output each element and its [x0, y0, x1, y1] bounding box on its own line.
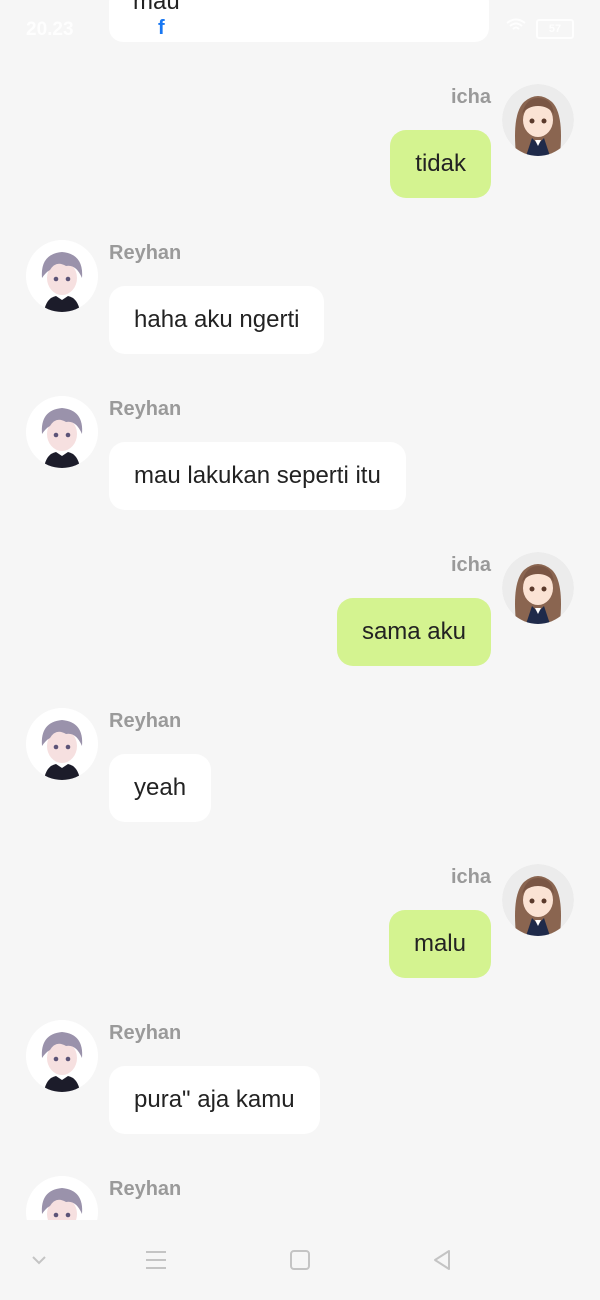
message-row: icha tidak	[0, 84, 600, 204]
message-row: Reyhan	[0, 1176, 600, 1220]
chat-area[interactable]: 20.23 f 57 mau icha tidak Reyhan haha ak…	[0, 0, 600, 1220]
message-row: Reyhan pura" aja kamu	[0, 1020, 600, 1140]
message-row: Reyhan yeah	[0, 708, 600, 828]
girl-avatar-icon	[502, 864, 574, 936]
wifi-icon	[506, 18, 526, 40]
avatar-icha[interactable]	[502, 864, 574, 936]
boy-avatar-icon	[26, 708, 98, 780]
avatar-icha[interactable]	[502, 84, 574, 156]
message-row: icha sama aku	[0, 552, 600, 672]
avatar-icha[interactable]	[502, 552, 574, 624]
message-row: icha malu	[0, 864, 600, 984]
menu-icon[interactable]	[136, 1242, 176, 1278]
battery-icon: 57	[536, 19, 574, 39]
boy-avatar-icon	[26, 396, 98, 468]
status-bar: 20.23 f 57	[0, 0, 600, 56]
message-bubble[interactable]: sama aku	[336, 598, 491, 666]
boy-avatar-icon	[26, 1176, 98, 1220]
message-bubble[interactable]: tidak	[390, 130, 491, 198]
sender-name: Reyhan	[109, 242, 182, 264]
sender-name: Reyhan	[109, 710, 182, 732]
sender-name: Reyhan	[109, 1178, 182, 1200]
avatar-reyhan[interactable]	[26, 240, 98, 312]
boy-avatar-icon	[26, 240, 98, 312]
girl-avatar-icon	[502, 84, 574, 156]
avatar-reyhan[interactable]	[26, 1176, 98, 1220]
home-square-icon[interactable]	[280, 1242, 320, 1278]
message-bubble[interactable]: pura" aja kamu	[109, 1066, 320, 1134]
message-bubble[interactable]: malu	[388, 910, 491, 978]
message-bubble[interactable]: haha aku ngerti	[109, 286, 325, 354]
back-triangle-icon[interactable]	[422, 1242, 462, 1278]
facebook-icon: f	[158, 17, 165, 39]
message-row: Reyhan mau lakukan seperti itu	[0, 396, 600, 516]
system-nav-bar	[0, 1220, 600, 1300]
message-bubble[interactable]: yeah	[109, 754, 212, 822]
status-right-icons: 57	[506, 18, 574, 40]
sender-name: icha	[450, 866, 491, 888]
sender-name: icha	[450, 86, 491, 108]
status-time: 20.23	[26, 19, 74, 40]
message-row: Reyhan haha aku ngerti	[0, 240, 600, 360]
chevron-down-icon[interactable]	[19, 1242, 59, 1278]
message-bubble[interactable]: mau lakukan seperti itu	[109, 442, 406, 510]
boy-avatar-icon	[26, 1020, 98, 1092]
avatar-reyhan[interactable]	[26, 1020, 98, 1092]
sender-name: icha	[450, 554, 491, 576]
avatar-reyhan[interactable]	[26, 396, 98, 468]
sender-name: Reyhan	[109, 1022, 182, 1044]
sender-name: Reyhan	[109, 398, 182, 420]
girl-avatar-icon	[502, 552, 574, 624]
avatar-reyhan[interactable]	[26, 708, 98, 780]
